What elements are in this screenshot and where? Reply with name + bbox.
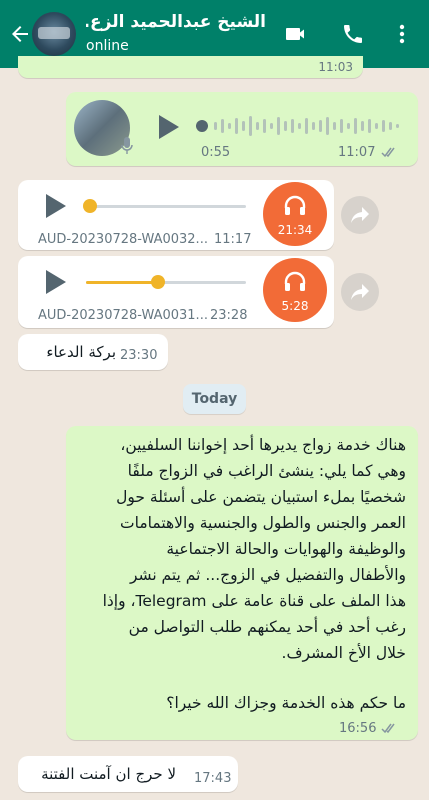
audio-duration: 5:28 — [281, 299, 309, 313]
forward-icon — [351, 284, 369, 300]
waveform[interactable] — [212, 114, 408, 138]
forward-button[interactable] — [341, 196, 379, 234]
message-time: 16:56 — [339, 721, 377, 736]
contact-name[interactable]: الشيخ عبدالحميد الزع... — [86, 12, 266, 32]
message-line: هذا الملف على قناة عامة على Telegram، وإ… — [102, 592, 406, 610]
video-call-icon[interactable] — [284, 22, 308, 46]
audio-file-badge: 21:34 — [263, 182, 327, 246]
audio-filename: AUD-20230728-WA0032... — [38, 232, 208, 247]
voice-note-duration: 0:55 — [201, 145, 231, 160]
back-arrow-icon[interactable] — [8, 22, 32, 46]
message-time: 11:03 — [318, 60, 353, 74]
audio-progress-fill — [86, 281, 158, 284]
audio-track[interactable] — [86, 205, 246, 208]
audio-seek-knob[interactable] — [83, 199, 97, 213]
voice-note-bubble[interactable]: 0:55 11:07 — [66, 92, 418, 166]
forward-icon — [351, 207, 369, 223]
headphones-icon — [284, 271, 306, 291]
audio-file-bubble[interactable]: AUD-20230728-WA0031... 23:28 5:28 — [18, 256, 334, 328]
message-bubble[interactable]: بركة الدعاء 23:30 — [18, 334, 168, 370]
message-line: وهي كما يلي: ينشئ الراغب في الزواج ملفًا — [127, 462, 406, 480]
message-text: بركة الدعاء — [46, 343, 116, 361]
playback-knob[interactable] — [196, 120, 208, 132]
audio-duration: 21:34 — [277, 223, 313, 237]
forward-button[interactable] — [341, 273, 379, 311]
message-line: والأطفال والتفضيل في الزوج... ثم يتم نشر — [129, 566, 406, 584]
contact-status: online — [86, 38, 129, 54]
date-separator: Today — [183, 384, 246, 414]
audio-file-bubble[interactable]: AUD-20230728-WA0032... 11:17 21:34 — [18, 180, 334, 250]
message-time: 17:43 — [194, 771, 232, 786]
message-line: هناك خدمة زواج يديرها أحد إخواننا السلفي… — [120, 436, 406, 454]
double-check-icon — [381, 723, 395, 734]
more-options-icon[interactable] — [392, 22, 412, 46]
message-line: العمر والجنس والطول والجنسية والاهتمامات — [120, 514, 406, 532]
microphone-icon — [121, 137, 133, 154]
play-icon[interactable] — [46, 270, 66, 294]
audio-file-badge: 5:28 — [263, 258, 327, 322]
message-bubble[interactable]: لا حرج ان آمنت الفتنة 17:43 — [18, 756, 238, 792]
phone-call-icon[interactable] — [341, 22, 365, 46]
message-time: 11:17 — [214, 232, 252, 247]
message-line: ما حكم هذه الخدمة وجزاك الله خيرا؟ — [166, 694, 406, 712]
double-check-icon — [381, 147, 395, 158]
message-bubble[interactable]: هناك خدمة زواج يديرها أحد إخواننا السلفي… — [66, 426, 418, 740]
audio-seek-knob[interactable] — [151, 275, 165, 289]
message-line: رغب أحد في أحد يمكنهم طلب التواصل من — [128, 618, 406, 636]
avatar[interactable] — [32, 12, 76, 56]
headphones-icon — [284, 195, 306, 215]
play-icon[interactable] — [159, 115, 179, 139]
message-text: لا حرج ان آمنت الفتنة — [41, 765, 176, 783]
message-time: 23:28 — [210, 308, 248, 323]
message-time: 11:07 — [338, 145, 376, 160]
message-text: هناك خدمة زواج يديرها أحد إخواننا السلفي… — [76, 432, 406, 716]
message-line: شخصيًا بملء استبيان يتضمن على أسئلة حول — [116, 488, 406, 506]
message-line: والوظيفة والهوايات والحالة الاجتماعية — [166, 540, 406, 558]
play-icon[interactable] — [46, 194, 66, 218]
message-time: 23:30 — [120, 348, 158, 363]
message-bubble-partial[interactable]: 11:03 — [18, 56, 363, 78]
message-line: خلال الأخ المشرف. — [281, 644, 406, 662]
audio-filename: AUD-20230728-WA0031... — [38, 308, 208, 323]
